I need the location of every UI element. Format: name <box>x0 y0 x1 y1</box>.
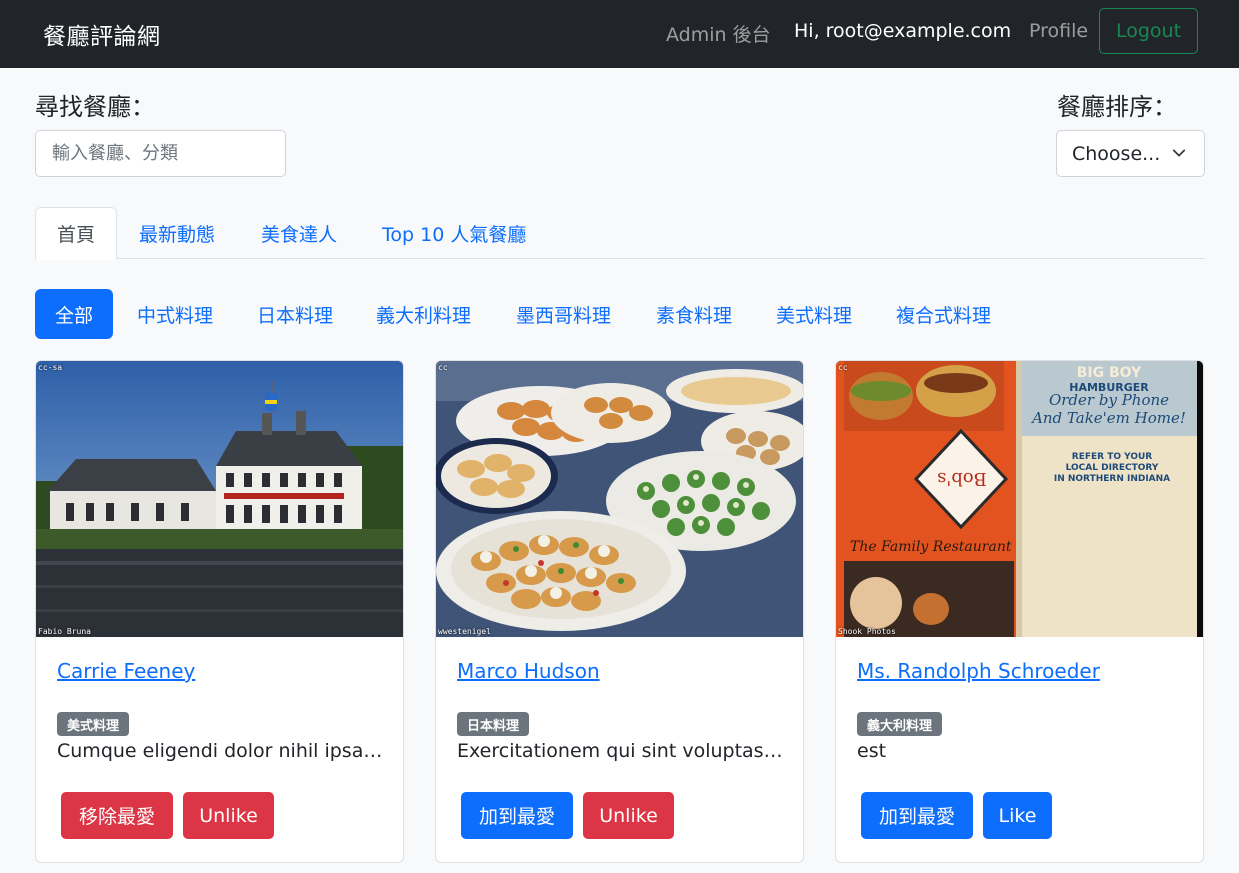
category-italian[interactable]: 義大利料理 <box>376 289 471 339</box>
category-badge: 義大利料理 <box>857 712 943 736</box>
profile-link[interactable]: Profile <box>1029 20 1088 42</box>
svg-text:IN NORTHERN INDIANA: IN NORTHERN INDIANA <box>1054 474 1170 484</box>
svg-text:The Family Restaurant: The Family Restaurant <box>850 539 1012 555</box>
main-tabs: 首頁 最新動態 美食達人 Top 10 人氣餐廳 <box>35 207 1205 260</box>
restaurant-name-link[interactable]: Carrie Feeney <box>57 659 195 683</box>
restaurant-name-link[interactable]: Ms. Randolph Schroeder <box>857 659 1100 683</box>
category-badge: 美式料理 <box>57 712 130 736</box>
restaurant-card: Bob's The Family Restaurant BIG BOY HAMB… <box>835 360 1204 863</box>
image-license: cc <box>838 363 848 372</box>
tab-top-users[interactable]: 美食達人 <box>261 207 337 259</box>
category-fusion[interactable]: 複合式料理 <box>896 289 991 339</box>
remove-favorite-button[interactable]: 移除最愛 <box>61 792 173 839</box>
tab-feeds[interactable]: 最新動態 <box>139 207 215 259</box>
image-license: cc <box>438 363 448 372</box>
restaurant-card: cc wwestenigel Marco Hudson 日本料理 Exercit… <box>435 360 804 863</box>
svg-text:LOCAL DIRECTORY: LOCAL DIRECTORY <box>1066 463 1159 473</box>
sort-label: 餐廳排序： <box>1057 93 1177 121</box>
chevron-down-icon <box>1172 149 1186 157</box>
user-greeting: Hi, root@example.com <box>794 20 1012 42</box>
restaurant-description: Exercitationem qui sint voluptas. Et <box>457 740 787 762</box>
category-american[interactable]: 美式料理 <box>776 289 852 339</box>
category-all[interactable]: 全部 <box>35 289 114 339</box>
logout-button[interactable]: Logout <box>1099 8 1198 54</box>
svg-text:REFER TO YOUR: REFER TO YOUR <box>1072 452 1153 462</box>
search-label: 尋找餐廳： <box>35 93 155 121</box>
restaurant-card: cc-sa Fabio Bruna Carrie Feeney 美式料理 Cum… <box>35 360 404 863</box>
svg-text:BIG BOY: BIG BOY <box>1077 365 1142 381</box>
restaurant-image[interactable]: cc-sa Fabio Bruna <box>36 361 403 637</box>
category-japanese[interactable]: 日本料理 <box>257 289 333 339</box>
category-chinese[interactable]: 中式料理 <box>137 289 213 339</box>
image-license: cc-sa <box>38 363 63 372</box>
sort-selected-value: Choose... <box>1072 142 1161 165</box>
image-credit: Shook Photos <box>838 627 896 636</box>
svg-text:And Take'em Home!: And Take'em Home! <box>1030 409 1186 427</box>
restaurant-description: est <box>857 740 887 762</box>
image-credit: Fabio Bruna <box>38 627 91 636</box>
sort-select[interactable]: Choose... <box>1056 130 1205 177</box>
restaurant-name-link[interactable]: Marco Hudson <box>457 659 600 683</box>
unlike-button[interactable]: Unlike <box>183 792 274 839</box>
like-button[interactable]: Like <box>983 792 1052 839</box>
svg-text:Order by Phone: Order by Phone <box>1049 391 1169 409</box>
restaurant-image[interactable]: cc wwestenigel <box>436 361 803 637</box>
brand-logo[interactable]: 餐廳評論網 <box>43 17 161 51</box>
navbar: 餐廳評論網 Admin 後台 Hi, root@example.com Prof… <box>0 0 1239 68</box>
search-input[interactable] <box>35 130 286 177</box>
category-badge: 日本料理 <box>457 712 530 736</box>
restaurant-image[interactable]: Bob's The Family Restaurant BIG BOY HAMB… <box>836 361 1203 637</box>
category-mexican[interactable]: 墨西哥料理 <box>516 289 611 339</box>
unlike-button[interactable]: Unlike <box>583 792 674 839</box>
restaurant-description: Cumque eligendi dolor nihil ipsa quia <box>57 740 387 762</box>
add-favorite-button[interactable]: 加到最愛 <box>861 792 973 839</box>
svg-text:Bob's: Bob's <box>937 468 987 489</box>
tab-top-restaurants[interactable]: Top 10 人氣餐廳 <box>382 207 526 259</box>
admin-link[interactable]: Admin 後台 <box>666 20 771 47</box>
add-favorite-button[interactable]: 加到最愛 <box>461 792 573 839</box>
image-credit: wwestenigel <box>438 627 491 636</box>
tab-home[interactable]: 首頁 <box>35 207 118 260</box>
category-vegetarian[interactable]: 素食料理 <box>656 289 732 339</box>
